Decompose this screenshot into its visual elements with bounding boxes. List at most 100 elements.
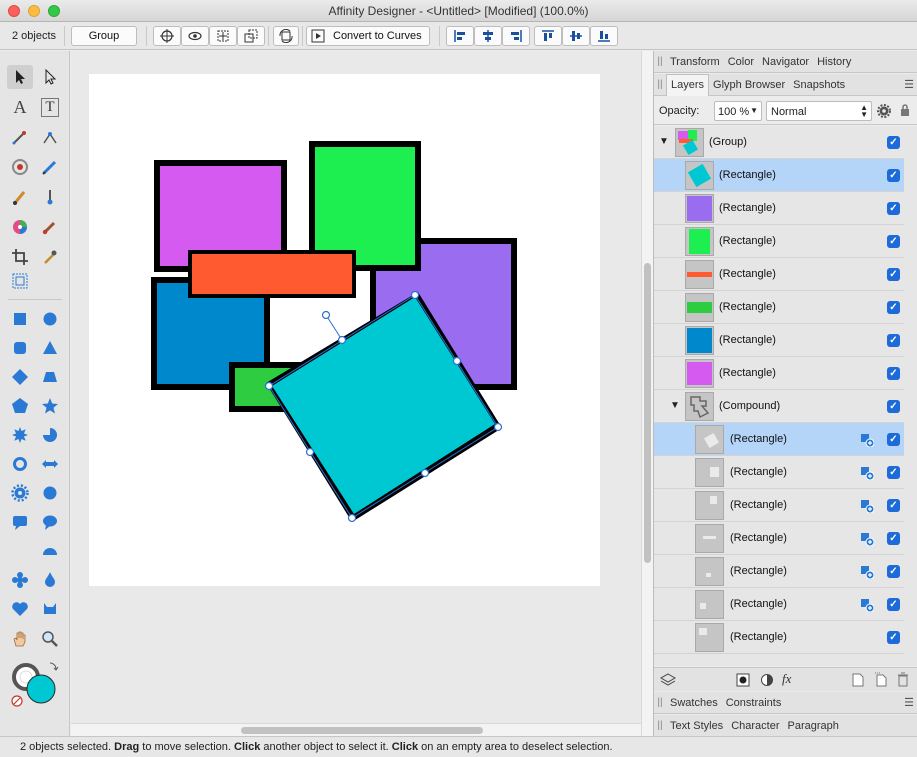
pencil-tool[interactable] — [37, 155, 63, 179]
layer-row-rectangle[interactable]: (Rectangle) ✓ — [654, 357, 904, 390]
visibility-checkbox[interactable]: ✓ — [887, 202, 900, 215]
boolean-add-icon[interactable] — [860, 565, 874, 579]
vector-brush-tool[interactable] — [7, 185, 33, 209]
visibility-checkbox[interactable]: ✓ — [887, 268, 900, 281]
frame-text-tool[interactable]: T — [37, 95, 63, 119]
horizontal-scrollbar[interactable] — [71, 723, 641, 736]
tab-constraints[interactable]: Constraints — [722, 697, 786, 709]
layer-row-rectangle[interactable]: (Rectangle) ✓ — [654, 588, 904, 621]
visibility-checkbox[interactable]: ✓ — [887, 466, 900, 479]
visibility-checkbox[interactable]: ✓ — [887, 598, 900, 611]
fx-icon[interactable]: fx — [782, 671, 791, 687]
pie-tool[interactable] — [37, 423, 63, 447]
snapping-target-button[interactable] — [153, 26, 181, 46]
tab-history[interactable]: History — [813, 56, 855, 68]
layer-row-rectangle[interactable]: (Rectangle) ✓ — [654, 324, 904, 357]
horizontal-scroll-thumb[interactable] — [241, 727, 483, 734]
lock-icon[interactable] — [899, 103, 911, 117]
boolean-add-icon[interactable] — [860, 532, 874, 546]
heart-tool[interactable] — [7, 597, 33, 621]
visibility-checkbox[interactable]: ✓ — [887, 301, 900, 314]
layer-row-compound[interactable]: ▼ (Compound) ✓ — [654, 390, 904, 423]
vertical-scroll-thumb[interactable] — [644, 263, 651, 563]
segment-tool[interactable] — [37, 539, 63, 563]
visibility-checkbox[interactable]: ✓ — [887, 235, 900, 248]
boolean-add-icon[interactable] — [860, 499, 874, 513]
duplicate-layer-icon[interactable] — [874, 672, 888, 687]
artistic-text-tool[interactable]: A — [7, 95, 33, 119]
cloud-tool[interactable] — [37, 481, 63, 505]
blend-mode-select[interactable]: Normal ▲ ▼ — [766, 101, 872, 121]
visibility-checkbox[interactable]: ✓ — [887, 565, 900, 578]
tab-swatches[interactable]: Swatches — [666, 697, 722, 709]
selection-handle[interactable] — [493, 422, 503, 432]
trapezoid-tool[interactable] — [37, 365, 63, 389]
ellipse-tool[interactable] — [37, 307, 63, 331]
tab-navigator[interactable]: Navigator — [758, 56, 813, 68]
selection-handle[interactable] — [347, 513, 357, 523]
layer-row-rectangle[interactable]: (Rectangle) ✓ — [654, 192, 904, 225]
selection-handle[interactable] — [410, 290, 420, 300]
panel-menu-icon[interactable]: ☰ — [904, 696, 914, 709]
preview-button[interactable] — [181, 26, 209, 46]
layer-row-rectangle[interactable]: (Rectangle) ✓ — [654, 456, 904, 489]
pen-tool[interactable] — [7, 125, 33, 149]
rotation-handle[interactable] — [321, 310, 331, 320]
layers-stack-icon[interactable] — [660, 672, 676, 688]
layer-row-rectangle[interactable]: (Rectangle) ✓ — [654, 621, 904, 654]
boolean-add-icon[interactable] — [860, 466, 874, 480]
color-picker-tool[interactable] — [7, 215, 33, 239]
visibility-checkbox[interactable]: ✓ — [887, 433, 900, 446]
layer-row-rectangle[interactable]: (Rectangle) ✓ — [654, 291, 904, 324]
place-image-tool[interactable] — [7, 269, 33, 293]
star-tool[interactable] — [37, 394, 63, 418]
trash-icon[interactable] — [897, 672, 909, 687]
layer-row-rectangle[interactable]: (Rectangle) ✓ — [654, 555, 904, 588]
triangle-tool[interactable] — [37, 336, 63, 360]
add-pixel-layer-icon[interactable] — [852, 673, 864, 687]
rounded-rectangle-tool[interactable] — [7, 336, 33, 360]
align-top-button[interactable] — [534, 26, 562, 46]
rotate-button[interactable] — [273, 26, 299, 46]
tear-tool[interactable] — [37, 568, 63, 592]
zoom-tool[interactable] — [37, 627, 63, 651]
document-canvas[interactable] — [71, 51, 641, 723]
adjustment-icon[interactable] — [760, 673, 774, 687]
gear-icon[interactable] — [877, 104, 891, 118]
visibility-checkbox[interactable]: ✓ — [887, 169, 900, 182]
align-center-button[interactable] — [474, 26, 502, 46]
move-tool[interactable] — [7, 65, 33, 89]
snap-button[interactable] — [237, 26, 265, 46]
tab-layers[interactable]: Layers — [666, 73, 710, 96]
visibility-checkbox[interactable]: ✓ — [887, 367, 900, 380]
callout-ellipse-tool[interactable] — [37, 510, 63, 534]
orange-rectangle[interactable] — [188, 250, 356, 298]
layer-row-rectangle[interactable]: (Rectangle) ✓ — [654, 522, 904, 555]
tab-text-styles[interactable]: Text Styles — [666, 720, 727, 732]
layer-row-group[interactable]: ▼ (Group) ✓ — [654, 126, 904, 159]
visibility-checkbox[interactable]: ✓ — [887, 400, 900, 413]
tab-character[interactable]: Character — [727, 720, 783, 732]
hand-tool[interactable] — [7, 627, 33, 651]
tab-snapshots[interactable]: Snapshots — [789, 79, 849, 91]
align-bottom-button[interactable] — [590, 26, 618, 46]
bright-green-rectangle[interactable] — [309, 141, 421, 271]
align-left-button[interactable] — [446, 26, 474, 46]
tab-paragraph[interactable]: Paragraph — [783, 720, 842, 732]
layer-row-rectangle[interactable]: (Rectangle) ✓ — [654, 258, 904, 291]
panel-menu-icon[interactable]: ☰ — [904, 78, 914, 91]
crop-tool[interactable] — [7, 245, 33, 269]
node-tool[interactable] — [37, 65, 63, 89]
tab-glyph-browser[interactable]: Glyph Browser — [709, 79, 789, 91]
disclosure-triangle-icon[interactable]: ▼ — [670, 400, 680, 411]
eyedropper-tool[interactable] — [37, 245, 63, 269]
selection-handle[interactable] — [305, 447, 315, 457]
layer-row-rectangle[interactable]: (Rectangle) ✓ — [654, 423, 904, 456]
visibility-checkbox[interactable]: ✓ — [887, 136, 900, 149]
tab-transform[interactable]: Transform — [666, 56, 724, 68]
corner-tool[interactable] — [37, 125, 63, 149]
align-middle-button[interactable] — [562, 26, 590, 46]
double-arrow-tool[interactable] — [37, 452, 63, 476]
visibility-checkbox[interactable]: ✓ — [887, 631, 900, 644]
selection-handle[interactable] — [452, 356, 462, 366]
